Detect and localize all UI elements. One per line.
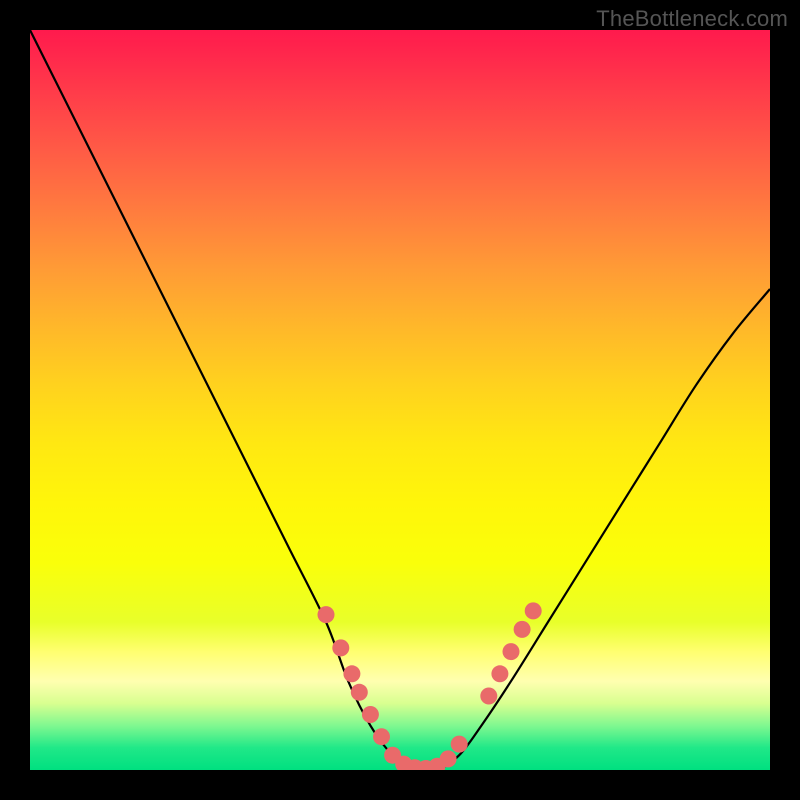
marker-dot [451,736,468,753]
marker-dot [332,639,349,656]
curve-svg [30,30,770,770]
marker-dot [343,665,360,682]
marker-dot [480,688,497,705]
watermark-text: TheBottleneck.com [596,6,788,32]
marker-dot [525,602,542,619]
marker-dot [440,750,457,767]
chart-frame: TheBottleneck.com [0,0,800,800]
marker-dot [491,665,508,682]
plot-area [30,30,770,770]
marker-dot [362,706,379,723]
marker-dot [318,606,335,623]
marker-dot [351,684,368,701]
marker-dot [373,728,390,745]
bottleneck-curve [30,30,770,770]
marker-dot [514,621,531,638]
marker-dot [503,643,520,660]
